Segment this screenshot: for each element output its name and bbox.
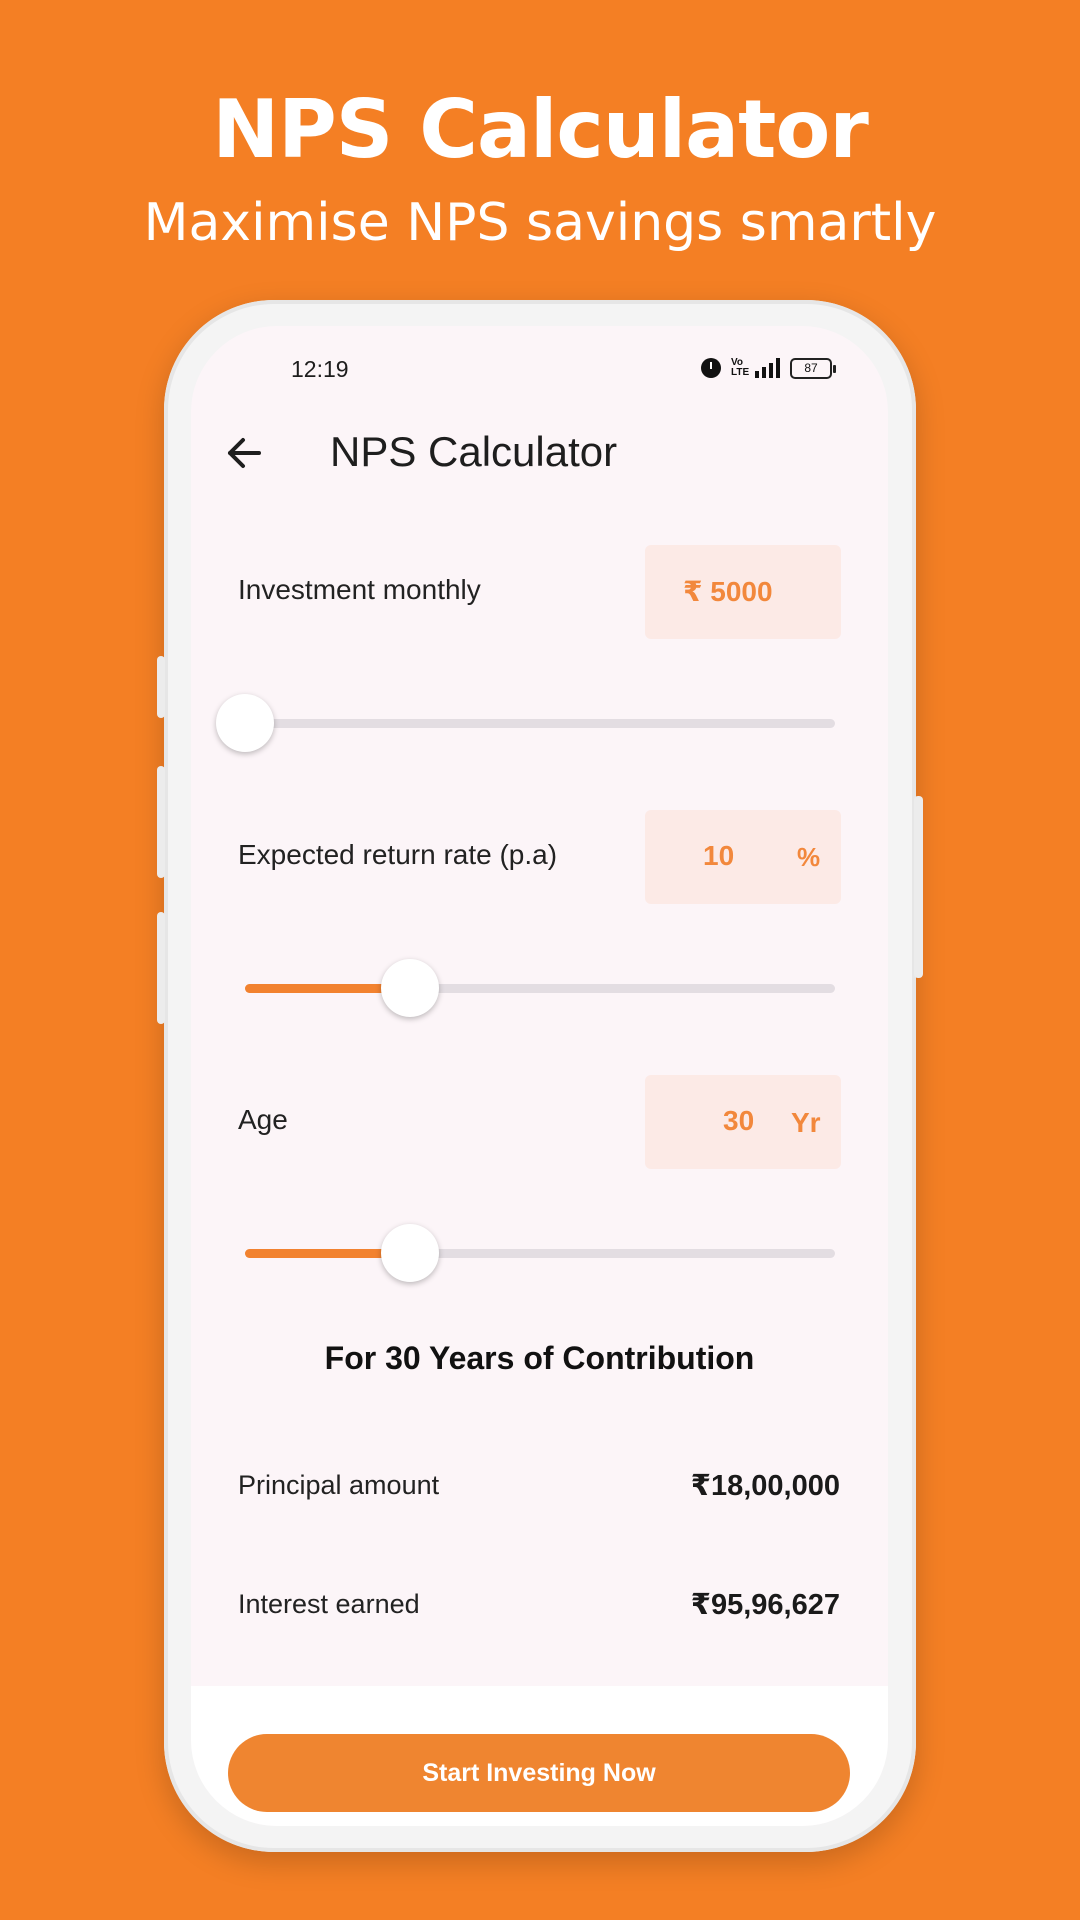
slider-thumb[interactable] [216, 694, 274, 752]
interest-label: Interest earned [238, 1589, 420, 1619]
status-time: 12:19 [291, 356, 349, 382]
slider-thumb[interactable] [381, 959, 440, 1017]
phone-side-button [157, 766, 165, 878]
arrow-left-icon [228, 438, 261, 468]
phone-side-button [157, 912, 165, 1024]
back-button[interactable] [221, 428, 271, 478]
phone-side-button [157, 656, 165, 718]
status-icons: Vo LTE 87 [701, 354, 836, 382]
investment-label: Investment monthly [238, 574, 481, 605]
interest-value: ₹95,96,627 [690, 1589, 840, 1621]
age-slider[interactable] [245, 1223, 835, 1283]
return-rate-unit: % [797, 842, 821, 872]
start-investing-button[interactable]: Start Investing Now [228, 1734, 850, 1812]
return-rate-slider[interactable] [245, 958, 835, 1018]
return-rate-input[interactable]: 10 % [645, 810, 841, 904]
principal-value: ₹18,00,000 [690, 1470, 840, 1502]
promo-subtitle: Maximise NPS savings smartly [143, 193, 937, 253]
slider-track [245, 719, 835, 728]
volte-icon: Vo LTE [731, 357, 750, 378]
age-input[interactable]: 30 Yr [645, 1075, 841, 1169]
investment-input[interactable]: ₹ 5000 [645, 545, 841, 639]
battery-icon: 87 [790, 357, 836, 379]
signal-icon [755, 358, 780, 378]
return-rate-label: Expected return rate (p.a) [238, 839, 558, 870]
page-title: NPS Calculator [330, 428, 618, 475]
age-value: 30 [723, 1105, 755, 1136]
investment-slider[interactable] [216, 693, 835, 753]
phone-screen: 12:19 Vo LTE 87 NPS Calculator Investmen… [191, 326, 888, 1826]
principal-label: Principal amount [238, 1470, 440, 1500]
slider-thumb[interactable] [381, 1224, 440, 1282]
phone-power-button [914, 796, 923, 978]
return-rate-value: 10 [703, 840, 735, 871]
age-unit: Yr [791, 1107, 821, 1138]
alarm-icon [701, 358, 721, 378]
contribution-heading: For 30 Years of Contribution [324, 1340, 755, 1376]
age-label: Age [238, 1104, 288, 1135]
promo-title: NPS Calculator [212, 83, 869, 176]
investment-value: ₹ 5000 [683, 576, 773, 607]
